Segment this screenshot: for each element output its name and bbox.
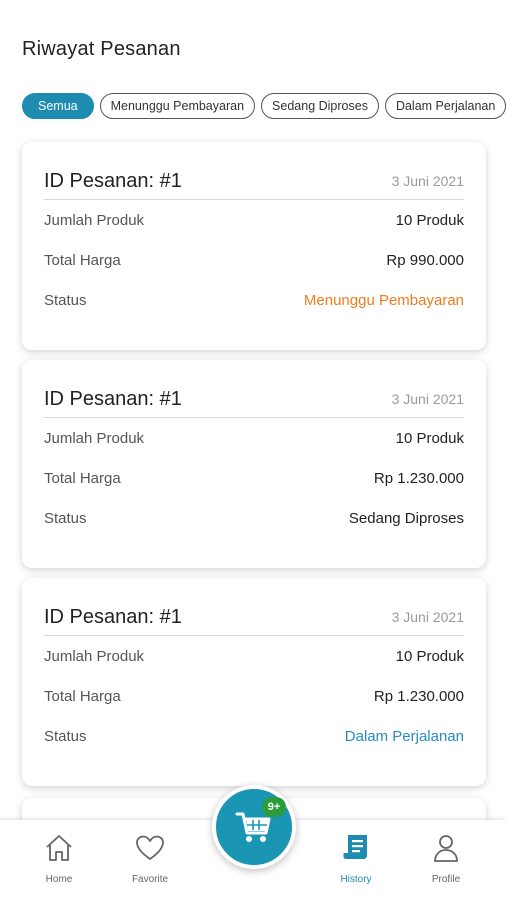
nav-profile[interactable]: Profile (411, 832, 481, 885)
order-qty-row: Jumlah Produk 10 Produk (44, 636, 464, 676)
qty-label: Jumlah Produk (44, 429, 145, 447)
status-value: Sedang Diproses (348, 509, 464, 527)
heart-icon (136, 835, 164, 860)
qty-value: 10 Produk (395, 211, 464, 229)
order-status-row: Status Menunggu Pembayaran (44, 280, 464, 320)
cart-badge: 9+ (262, 797, 286, 817)
order-qty-row: Jumlah Produk 10 Produk (44, 200, 464, 240)
total-label: Total Harga (44, 687, 121, 705)
order-status-row: Status Sedang Diproses (44, 498, 464, 538)
total-value: Rp 1.230.000 (373, 469, 464, 487)
order-card-header: ID Pesanan: #1 3 Juni 2021 (44, 360, 464, 418)
order-id: ID Pesanan: #1 (44, 388, 182, 410)
chip-sedang-diproses[interactable]: Sedang Diproses (261, 93, 379, 119)
nav-profile-label: Profile (431, 874, 461, 885)
order-card-header: ID Pesanan: #1 3 Juni 2021 (44, 142, 464, 200)
home-icon (46, 835, 72, 861)
user-icon (434, 835, 458, 862)
total-label: Total Harga (44, 251, 121, 269)
total-value: Rp 1.230.000 (373, 687, 464, 705)
order-total-row: Total Harga Rp 1.230.000 (44, 676, 464, 716)
order-qty-row: Jumlah Produk 10 Produk (44, 418, 464, 458)
status-label: Status (44, 509, 87, 527)
order-card-header: ID Pesanan: #1 3 Juni 2021 (44, 578, 464, 636)
qty-value: 10 Produk (395, 429, 464, 447)
order-id: ID Pesanan: #1 (44, 606, 182, 628)
total-value: Rp 990.000 (386, 251, 464, 269)
status-value: Dalam Perjalanan (344, 727, 464, 745)
order-card[interactable]: ID Pesanan: #1 3 Juni 2021 Jumlah Produk… (22, 578, 486, 786)
chip-menunggu-pembayaran[interactable]: Menunggu Pembayaran (99, 93, 256, 119)
nav-favorite-label: Favorite (131, 874, 169, 885)
qty-label: Jumlah Produk (44, 647, 145, 665)
status-value: Menunggu Pembayaran (303, 291, 464, 309)
order-card[interactable]: ID Pesanan: #1 3 Juni 2021 Jumlah Produk… (22, 142, 486, 350)
nav-history[interactable]: History (321, 832, 391, 885)
page-title: Riwayat Pesanan (22, 38, 181, 60)
status-label: Status (44, 291, 87, 309)
order-id: ID Pesanan: #1 (44, 170, 182, 192)
qty-label: Jumlah Produk (44, 211, 145, 229)
receipt-icon (343, 835, 367, 859)
nav-favorite[interactable]: Favorite (115, 832, 185, 885)
order-total-row: Total Harga Rp 1.230.000 (44, 458, 464, 498)
order-date: 3 Juni 2021 (391, 391, 464, 407)
qty-value: 10 Produk (395, 647, 464, 665)
order-status-row: Status Dalam Perjalanan (44, 716, 464, 756)
chip-semua[interactable]: Semua (22, 93, 94, 119)
filter-chips: Semua Menunggu Pembayaran Sedang Diproses D… (22, 93, 506, 119)
nav-home[interactable]: Home (24, 832, 94, 885)
status-label: Status (44, 727, 87, 745)
order-date: 3 Juni 2021 (391, 609, 464, 625)
cart-button[interactable]: 9+ (212, 785, 296, 869)
chip-dalam-perjalanan[interactable]: Dalam Perjalanan (384, 93, 506, 119)
nav-home-label: Home (45, 874, 73, 885)
total-label: Total Harga (44, 469, 121, 487)
nav-history-label: History (340, 874, 372, 885)
order-total-row: Total Harga Rp 990.000 (44, 240, 464, 280)
order-card[interactable]: ID Pesanan: #1 3 Juni 2021 Jumlah Produk… (22, 360, 486, 568)
order-date: 3 Juni 2021 (391, 173, 464, 189)
